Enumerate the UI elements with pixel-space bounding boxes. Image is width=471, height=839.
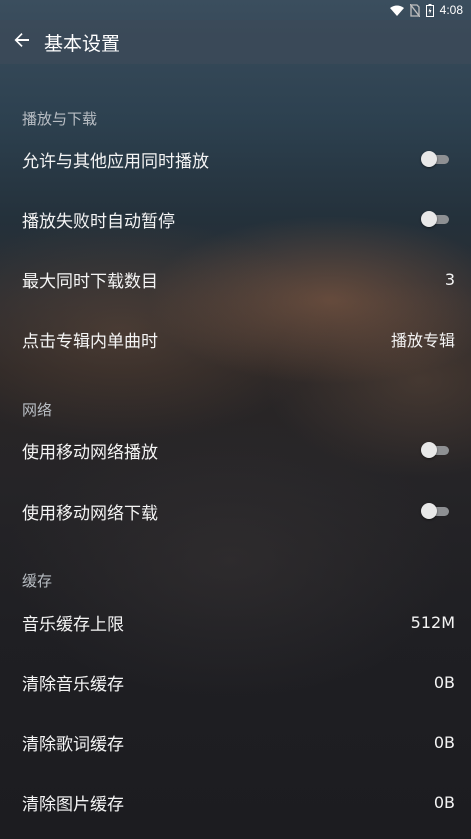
setting-album-track-click[interactable]: 点击专辑内单曲时 播放专辑 — [0, 309, 471, 369]
setting-label: 最大同时下载数目 — [22, 271, 158, 292]
section-header-playback: 播放与下载 — [22, 110, 98, 128]
setting-allow-simultaneous-playback[interactable]: 允许与其他应用同时播放 — [0, 129, 471, 189]
setting-label: 允许与其他应用同时播放 — [22, 151, 209, 172]
setting-label: 清除歌词缓存 — [22, 734, 124, 755]
settings-screen: 4:08 基本设置 播放与下载 允许与其他应用同时播放 播放失败时自动暂停 最大… — [0, 0, 471, 839]
section-header-cache: 缓存 — [22, 572, 53, 590]
setting-value: 0B — [433, 732, 455, 752]
page-title: 基本设置 — [44, 32, 121, 55]
setting-label: 音乐缓存上限 — [22, 614, 124, 635]
setting-pause-on-fail[interactable]: 播放失败时自动暂停 — [0, 189, 471, 249]
setting-label: 清除音乐缓存 — [22, 674, 124, 695]
setting-value: 0B — [433, 672, 455, 692]
no-sim-icon — [409, 3, 420, 17]
setting-label: 使用移动网络播放 — [22, 442, 158, 463]
arrow-back-icon — [14, 32, 30, 52]
mobile-download-toggle[interactable] — [421, 503, 449, 519]
mobile-play-toggle[interactable] — [421, 442, 449, 458]
battery-icon — [425, 3, 434, 17]
status-bar: 4:08 — [0, 0, 471, 20]
setting-label: 清除图片缓存 — [22, 794, 124, 815]
settings-list: 播放与下载 允许与其他应用同时播放 播放失败时自动暂停 最大同时下载数目 3 点… — [0, 64, 471, 839]
pause-on-fail-toggle[interactable] — [421, 211, 449, 227]
setting-label: 使用移动网络下载 — [22, 503, 158, 524]
setting-clear-image-cache[interactable]: 清除图片缓存 0B — [0, 772, 471, 832]
back-button[interactable] — [0, 20, 44, 64]
allow-simultaneous-toggle[interactable] — [421, 151, 449, 167]
setting-value: 3 — [444, 269, 455, 289]
setting-value: 512M — [410, 612, 455, 632]
setting-value: 播放专辑 — [390, 331, 455, 350]
section-header-network: 网络 — [22, 401, 53, 419]
setting-label: 点击专辑内单曲时 — [22, 331, 158, 352]
wifi-icon — [389, 5, 404, 16]
setting-music-cache-limit[interactable]: 音乐缓存上限 512M — [0, 592, 471, 652]
setting-clear-lyrics-cache[interactable]: 清除歌词缓存 0B — [0, 712, 471, 772]
status-time: 4:08 — [439, 3, 463, 17]
setting-mobile-network-download[interactable]: 使用移动网络下载 — [0, 481, 471, 541]
setting-clear-music-cache[interactable]: 清除音乐缓存 0B — [0, 652, 471, 712]
setting-mobile-network-play[interactable]: 使用移动网络播放 — [0, 420, 471, 480]
setting-value: 0B — [433, 792, 455, 812]
app-bar: 基本设置 — [0, 20, 471, 64]
setting-max-downloads[interactable]: 最大同时下载数目 3 — [0, 249, 471, 309]
setting-label: 播放失败时自动暂停 — [22, 211, 175, 232]
